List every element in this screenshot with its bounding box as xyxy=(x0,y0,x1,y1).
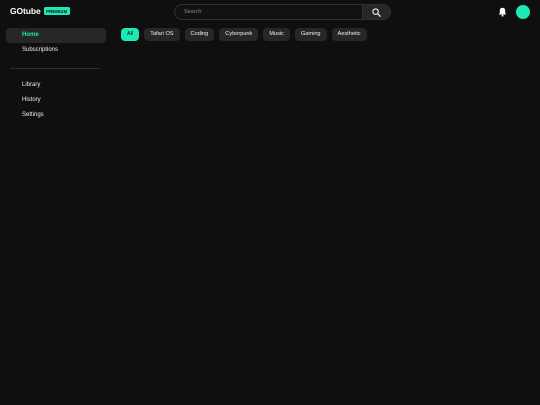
brand-name: GOtube xyxy=(10,6,41,16)
chip-tafari-os[interactable]: Tafari OS xyxy=(144,28,180,41)
chip-gaming[interactable]: Gaming xyxy=(294,28,327,41)
premium-badge: PREMIUM xyxy=(43,7,70,15)
search-icon xyxy=(372,7,381,17)
search-bar xyxy=(174,4,391,20)
search-input[interactable] xyxy=(175,5,362,19)
logo[interactable]: GOtube PREMIUM xyxy=(10,6,70,16)
chip-all[interactable]: All xyxy=(121,28,140,41)
sidebar-divider xyxy=(10,68,100,69)
chip-music[interactable]: Music xyxy=(263,28,290,41)
chip-cyberpunk[interactable]: Cyberpunk xyxy=(219,28,259,41)
notifications-button[interactable] xyxy=(497,6,508,17)
sidebar-item-settings[interactable]: Settings xyxy=(6,108,106,123)
bell-icon xyxy=(498,7,507,17)
filter-chips: All Tafari OS Coding Cyberpunk Music Gaming Ae… xyxy=(121,28,367,41)
sidebar-item-home[interactable]: Home xyxy=(6,28,106,43)
sidebar-item-history[interactable]: History xyxy=(6,93,106,108)
search-button[interactable] xyxy=(362,5,390,19)
sidebar-secondary-section: Library History Settings xyxy=(0,78,112,123)
avatar[interactable] xyxy=(516,5,530,19)
sidebar-item-subscriptions[interactable]: Subscriptions xyxy=(6,43,106,58)
sidebar-item-library[interactable]: Library xyxy=(6,78,106,93)
chip-aesthetic[interactable]: Aesthetic xyxy=(331,28,367,41)
top-bar: GOtube PREMIUM xyxy=(0,0,540,24)
sidebar: Home Subscriptions Library History Settings xyxy=(0,28,112,123)
chip-coding[interactable]: Coding xyxy=(184,28,215,41)
sidebar-primary-section: Home Subscriptions xyxy=(0,28,112,58)
